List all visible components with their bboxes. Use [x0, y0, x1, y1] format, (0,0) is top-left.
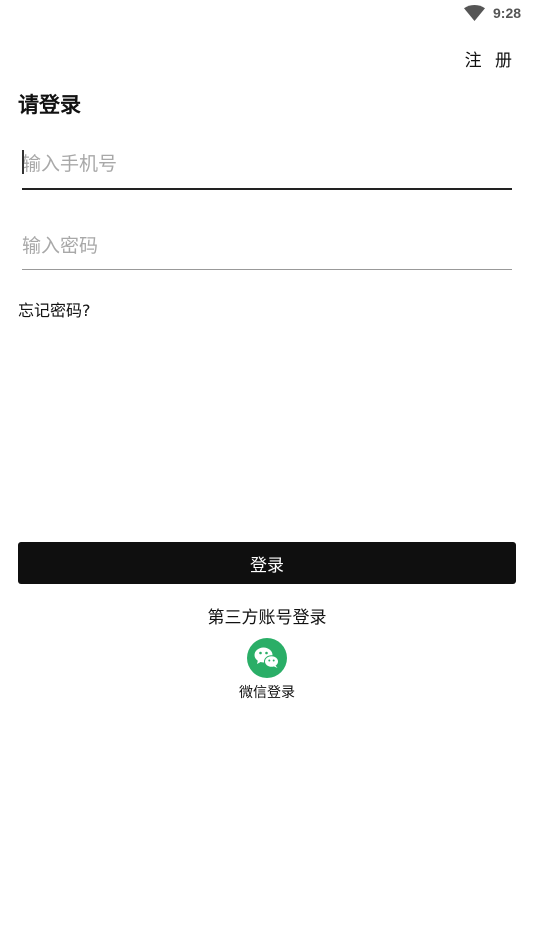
login-button[interactable]: 登录 [18, 542, 516, 584]
password-field [22, 222, 512, 270]
forgot-password-link[interactable]: 忘记密码? [18, 297, 91, 321]
password-input[interactable] [22, 222, 512, 269]
status-time: 9:28 [493, 5, 522, 21]
status-bar: 9:28 [0, 0, 534, 28]
login-screen: 9:28 注 册 请登录 忘记密码? 登录 第三方账号登录 微信登录 [0, 0, 534, 949]
page-title: 请登录 [18, 93, 81, 117]
phone-input[interactable] [22, 140, 512, 188]
wechat-login-button[interactable]: 微信登录 [227, 638, 307, 704]
wechat-icon[interactable] [247, 638, 287, 678]
text-caret [22, 150, 24, 174]
wechat-login-label: 微信登录 [239, 685, 295, 701]
register-link[interactable]: 注 册 [465, 46, 516, 71]
wifi-icon [464, 5, 485, 21]
phone-field [22, 140, 512, 190]
third-party-login-title: 第三方账号登录 [207, 608, 327, 628]
